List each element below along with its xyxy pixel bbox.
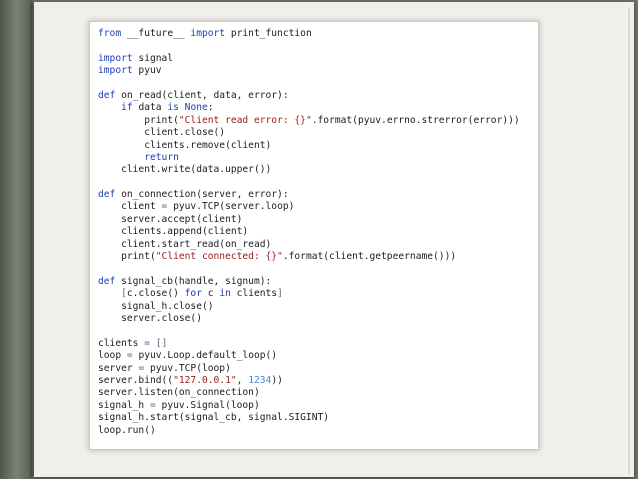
code-line: def signal_cb(handle, signum): <box>98 275 272 287</box>
code-line: import signal <box>98 52 174 64</box>
code-line: from __future__ import print_function <box>98 28 312 39</box>
code-line: client = pyuv.TCP(server.loop) <box>98 201 295 213</box>
code-line: loop = pyuv.Loop.default_loop() <box>98 350 278 362</box>
code-line: signal_h.start(signal_cb, signal.SIGINT) <box>98 412 330 424</box>
code-line: import pyuv <box>98 65 162 77</box>
code-line: if data is None: <box>121 102 214 114</box>
code-line: server.close() <box>98 312 202 324</box>
code-line: return <box>144 151 179 163</box>
code-line: server.bind(("127.0.0.1", 1234)) <box>98 374 283 386</box>
code-line: print("Client connected: {}".format(clie… <box>98 251 457 263</box>
code-line: client.write(data.upper()) <box>98 164 272 176</box>
code-line: server.listen(on_connection) <box>98 387 260 399</box>
code-line: print("Client read error: {}".format(pyu… <box>98 114 520 126</box>
code-line: signal_h.close() <box>98 300 214 312</box>
code-line: clients = [] <box>98 337 168 349</box>
code-line: client.close() <box>98 127 226 139</box>
code-line: server = pyuv.TCP(loop) <box>98 362 231 374</box>
code-line: clients.remove(client) <box>98 139 272 151</box>
code-line: signal_h = pyuv.Signal(loop) <box>98 399 260 411</box>
code-line: loop.run() <box>98 424 156 436</box>
code-block: from __future__ import print_functionimp… <box>89 21 539 450</box>
code-line: [c.close() for c in clients] <box>121 288 283 300</box>
code-line: def on_read(client, data, error): <box>98 89 289 101</box>
page-edge <box>628 8 630 474</box>
notebook-binder <box>0 0 30 479</box>
code-line: def on_connection(server, error): <box>98 189 289 201</box>
code-line: client.start_read(on_read) <box>98 238 272 250</box>
code-line: server.accept(client) <box>98 213 243 225</box>
code-line: clients.append(client) <box>98 226 249 238</box>
